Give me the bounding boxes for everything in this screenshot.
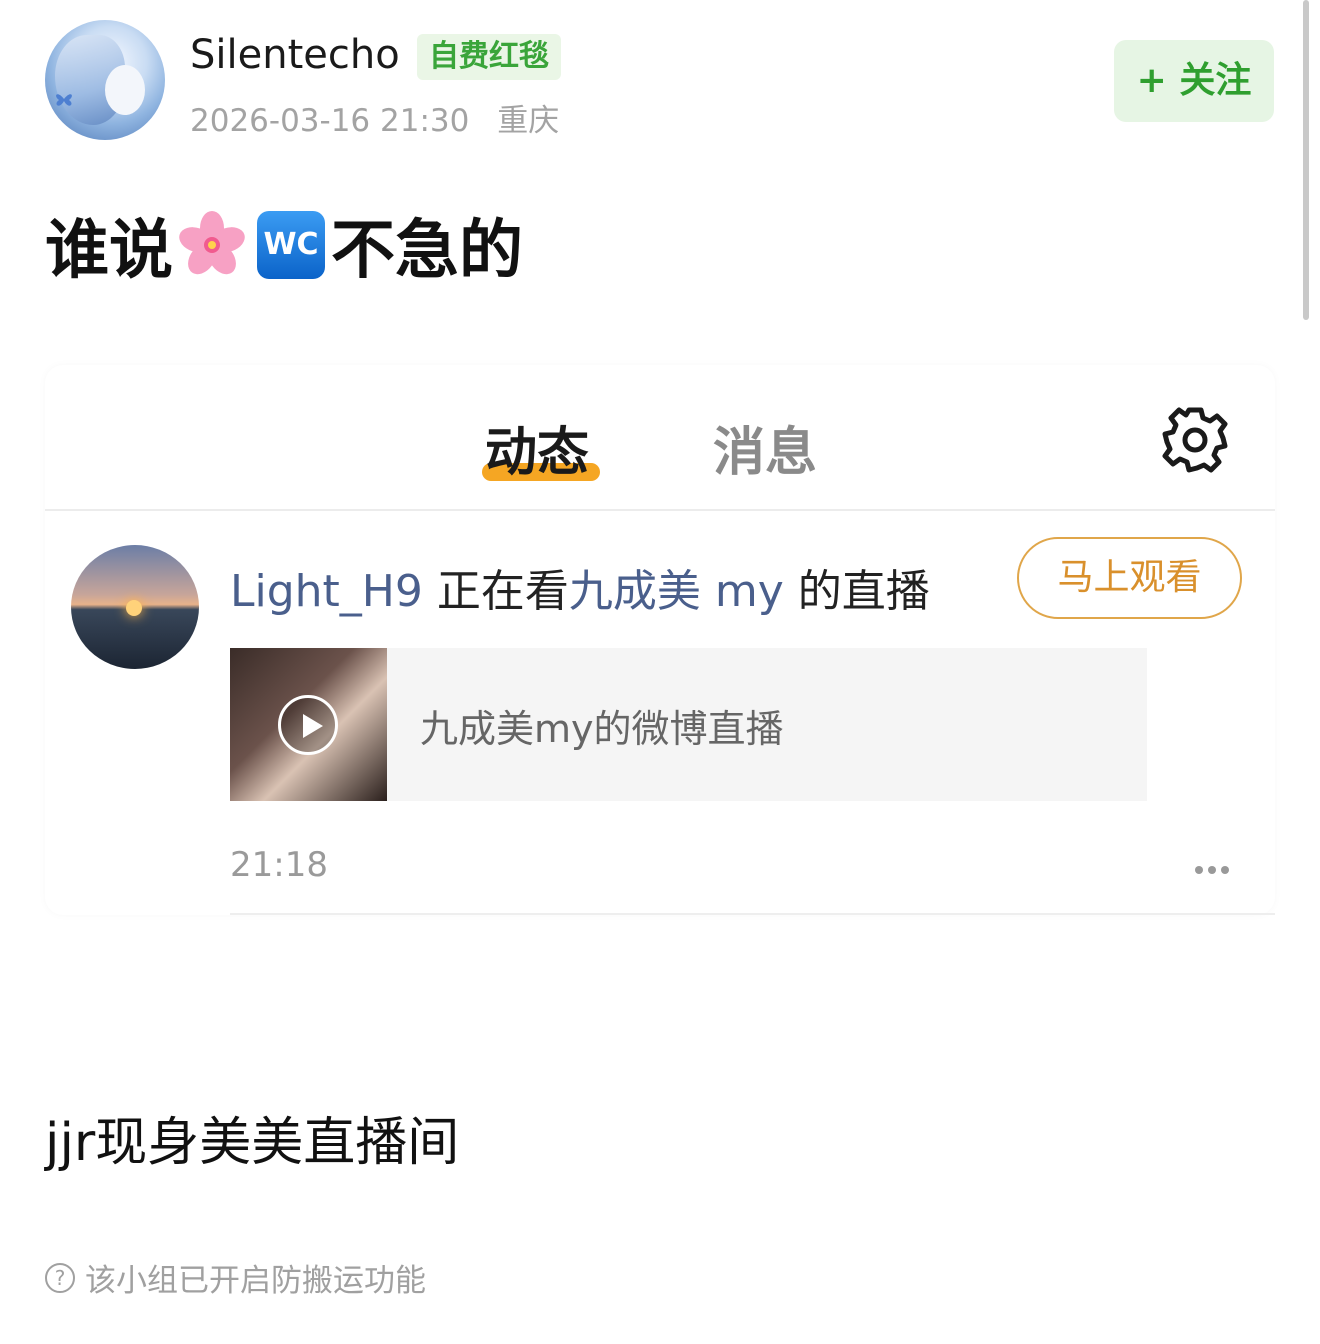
scrollbar[interactable] bbox=[1303, 0, 1309, 320]
question-icon[interactable]: ? bbox=[45, 1262, 75, 1293]
user-avatar[interactable] bbox=[45, 20, 165, 140]
post-meta: 2026-03-16 21:30 重庆 bbox=[190, 95, 559, 140]
group-badge[interactable]: 自费红毯 bbox=[417, 34, 561, 80]
feed-time: 21:18 bbox=[230, 845, 328, 885]
feed-activity-text: Light_H9 正在看九成美 my 的直播 bbox=[230, 555, 930, 619]
live-stream-card[interactable]: 九成美my的微博直播 bbox=[230, 648, 1147, 801]
more-options-icon[interactable] bbox=[1195, 859, 1235, 874]
tab-dynamic[interactable]: 动态 bbox=[485, 410, 589, 485]
feed-divider bbox=[230, 913, 1275, 915]
username[interactable]: Silentecho bbox=[190, 32, 400, 78]
embedded-screenshot-card: 动态 消息 Light_H9 正在看九成美 my 的直播 马上观看 九成美my的… bbox=[45, 365, 1275, 915]
post-header: Silentecho 自费红毯 2026-03-16 21:30 重庆 + 关注 bbox=[45, 20, 1285, 150]
post-caption: jjr现身美美直播间 bbox=[45, 1113, 460, 1173]
tab-divider bbox=[45, 509, 1275, 511]
post-location: 重庆 bbox=[497, 103, 560, 139]
streamer-link[interactable]: 九成美 my bbox=[569, 566, 784, 617]
anti-repost-notice: ? 该小组已开启防搬运功能 bbox=[45, 1255, 426, 1300]
notice-text: 该小组已开启防搬运功能 bbox=[85, 1263, 426, 1299]
wc-emoji: WC bbox=[257, 211, 325, 279]
live-thumbnail bbox=[230, 648, 387, 801]
post-title-start: 谁说 bbox=[45, 214, 173, 288]
play-icon[interactable] bbox=[278, 695, 338, 755]
gear-icon[interactable] bbox=[1160, 405, 1230, 475]
feed-user-avatar[interactable] bbox=[71, 545, 199, 669]
tab-messages[interactable]: 消息 bbox=[713, 410, 817, 485]
feed-suffix: 的直播 bbox=[797, 566, 930, 617]
follow-button[interactable]: + 关注 bbox=[1114, 40, 1274, 122]
feed-user-link[interactable]: Light_H9 bbox=[230, 566, 423, 617]
avatar-face bbox=[105, 65, 145, 115]
post-timestamp: 2026-03-16 21:30 bbox=[190, 103, 470, 139]
live-stream-title: 九成美my的微博直播 bbox=[420, 707, 784, 751]
butterfly-icon bbox=[56, 94, 72, 106]
watch-now-button[interactable]: 马上观看 bbox=[1017, 537, 1242, 619]
sunset-sun bbox=[126, 600, 142, 616]
post-title-end: 不急的 bbox=[331, 214, 523, 288]
post-title: 谁说 WC 不急的 bbox=[45, 205, 523, 288]
feed-action: 正在看 bbox=[436, 566, 569, 617]
cherry-blossom-emoji bbox=[179, 211, 245, 275]
